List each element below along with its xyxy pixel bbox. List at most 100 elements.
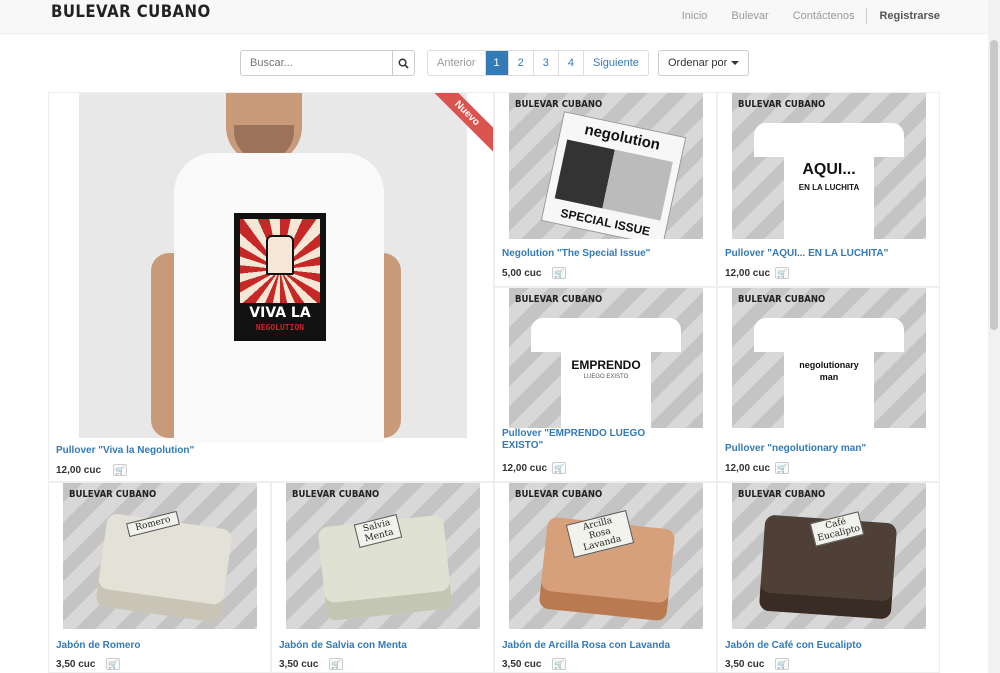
soap-graphic xyxy=(95,512,233,624)
cart-icon: 🛒 xyxy=(331,659,341,669)
add-to-cart-button[interactable]: 🛒 xyxy=(106,658,120,670)
product-logo: BULEVAR CUBANO xyxy=(292,489,380,500)
product-photo: BULEVAR CUBANO Arcilla Rosa Lavanda xyxy=(509,483,703,629)
product-card[interactable]: BULEVAR CUBANO negolution SPECIAL ISSUE … xyxy=(494,92,717,287)
tshirt-text-line2: EN LA LUCHITA xyxy=(798,183,860,192)
add-to-cart-button[interactable]: 🛒 xyxy=(329,658,343,670)
pagination-next[interactable]: Siguiente xyxy=(583,51,648,75)
product-card[interactable]: BULEVAR CUBANO EMPRENDO LUEGO EXISTO Pul… xyxy=(494,287,717,482)
search-button[interactable] xyxy=(392,51,414,75)
pagination: Anterior 1 2 3 4 Siguiente xyxy=(427,50,649,76)
product-name[interactable]: Pullover "EMPRENDO LUEGO EXISTO" xyxy=(502,428,682,452)
product-photo: BULEVAR CUBANO Romero xyxy=(63,483,257,629)
nav-link-bulevar[interactable]: Bulevar xyxy=(731,10,768,22)
featured-product-card[interactable]: VIVA LA NEGOLUTION Nuevo Pullover "Viva … xyxy=(48,92,494,482)
nav-divider xyxy=(866,8,868,24)
fist-graphic xyxy=(266,235,294,275)
cart-icon: 🛒 xyxy=(554,659,564,669)
pagination-page-2[interactable]: 2 xyxy=(507,51,533,75)
pagination-page-4[interactable]: 4 xyxy=(557,51,583,75)
pagination-page-3[interactable]: 3 xyxy=(532,51,558,75)
product-name[interactable]: Pullover "negolutionary man" xyxy=(725,443,866,455)
product-name[interactable]: Jabón de Salvia con Menta xyxy=(279,640,407,652)
scrollbar-thumb[interactable] xyxy=(990,40,998,330)
add-to-cart-button[interactable]: 🛒 xyxy=(775,658,789,670)
product-price: 12,00 cuc xyxy=(725,463,771,474)
featured-product-photo: VIVA LA NEGOLUTION xyxy=(79,93,467,443)
product-name[interactable]: Negolution "The Special Issue" xyxy=(502,248,650,260)
magazine-cover: negolution SPECIAL ISSUE xyxy=(540,111,687,239)
product-name[interactable]: Jabón de Romero xyxy=(56,640,140,652)
add-to-cart-button[interactable]: 🛒 xyxy=(113,464,127,476)
product-price: 5,00 cuc xyxy=(502,268,542,279)
cart-icon: 🛒 xyxy=(554,463,564,473)
pagination-page-1[interactable]: 1 xyxy=(484,51,508,75)
product-name[interactable]: Jabón de Café con Eucalipto xyxy=(725,640,862,652)
tshirt-text-line1: EMPRENDO xyxy=(571,358,641,372)
product-name[interactable]: Pullover "AQUI... EN LA LUCHITA" xyxy=(725,248,888,260)
cart-icon: 🛒 xyxy=(115,465,125,475)
cart-icon: 🛒 xyxy=(554,268,564,278)
add-to-cart-button[interactable]: 🛒 xyxy=(775,267,789,279)
nav-link-inicio[interactable]: Inicio xyxy=(682,10,708,22)
product-price: 3,50 cuc xyxy=(56,659,96,670)
cart-icon: 🛒 xyxy=(777,268,787,278)
cart-icon: 🛒 xyxy=(777,659,787,669)
tshirt-graphic: AQUI... EN LA LUCHITA xyxy=(754,123,904,239)
product-card[interactable]: BULEVAR CUBANO negolutionary man Pullove… xyxy=(717,287,940,482)
cart-icon: 🛒 xyxy=(777,463,787,473)
product-photo: BULEVAR CUBANO Salvia Menta xyxy=(286,483,480,629)
product-logo: BULEVAR CUBANO xyxy=(738,99,826,110)
product-logo: BULEVAR CUBANO xyxy=(69,489,157,500)
product-name[interactable]: Pullover "Viva la Negolution" xyxy=(56,445,194,457)
product-logo: BULEVAR CUBANO xyxy=(515,489,603,500)
product-photo: BULEVAR CUBANO negolutionary man xyxy=(732,288,926,428)
brand-logo[interactable]: BULEVAR CUBANO xyxy=(51,2,211,22)
product-card[interactable]: BULEVAR CUBANO Romero Jabón de Romero 3,… xyxy=(48,482,271,673)
sort-label: Ordenar por xyxy=(668,57,728,69)
tshirt-graphic: negolutionary man xyxy=(754,318,904,428)
product-price: 3,50 cuc xyxy=(725,659,765,670)
product-name[interactable]: Jabón de Arcilla Rosa con Lavanda xyxy=(502,640,670,652)
register-link[interactable]: Registrarse xyxy=(879,10,940,22)
product-price: 3,50 cuc xyxy=(279,659,319,670)
product-logo: BULEVAR CUBANO xyxy=(738,489,826,500)
tshirt-text-line1: AQUI... xyxy=(802,161,856,178)
caret-down-icon xyxy=(731,61,740,65)
product-card[interactable]: BULEVAR CUBANO AQUI... EN LA LUCHITA Pul… xyxy=(717,92,940,287)
nav-link-contactenos[interactable]: Contáctenos xyxy=(793,10,855,22)
product-logo: BULEVAR CUBANO xyxy=(738,294,826,305)
product-logo: BULEVAR CUBANO xyxy=(515,99,603,110)
product-photo: BULEVAR CUBANO AQUI... EN LA LUCHITA xyxy=(732,93,926,239)
shirt-print: VIVA LA NEGOLUTION xyxy=(234,213,326,341)
product-card[interactable]: BULEVAR CUBANO Arcilla Rosa Lavanda Jabó… xyxy=(494,482,717,673)
top-navbar: BULEVAR CUBANO Inicio Bulevar Contácteno… xyxy=(0,0,1000,34)
shirt-print-line2: NEGOLUTION xyxy=(255,323,305,332)
tshirt-text-line2: LUEGO EXISTO xyxy=(583,374,629,380)
product-photo: BULEVAR CUBANO Café Eucalipto xyxy=(732,483,926,629)
product-photo: BULEVAR CUBANO negolution SPECIAL ISSUE xyxy=(509,93,703,239)
product-card[interactable]: BULEVAR CUBANO Salvia Menta Jabón de Sal… xyxy=(271,482,494,673)
cart-icon: 🛒 xyxy=(108,659,118,669)
add-to-cart-button[interactable]: 🛒 xyxy=(775,462,789,474)
shirt-print-line1: VIVA LA xyxy=(249,305,311,321)
tshirt-graphic: EMPRENDO LUEGO EXISTO xyxy=(531,318,681,428)
search-icon xyxy=(398,58,409,69)
product-photo: BULEVAR CUBANO EMPRENDO LUEGO EXISTO xyxy=(509,288,703,428)
add-to-cart-button[interactable]: 🛒 xyxy=(552,462,566,474)
toolbar: Anterior 1 2 3 4 Siguiente Ordenar por xyxy=(0,50,1000,76)
add-to-cart-button[interactable]: 🛒 xyxy=(552,267,566,279)
product-price: 12,00 cuc xyxy=(725,268,771,279)
product-card[interactable]: BULEVAR CUBANO Café Eucalipto Jabón de C… xyxy=(717,482,940,673)
pagination-prev[interactable]: Anterior xyxy=(428,51,485,75)
product-price: 3,50 cuc xyxy=(502,659,542,670)
scrollbar[interactable] xyxy=(988,0,1000,673)
nav-links: Inicio Bulevar Contáctenos Registrarse xyxy=(658,8,940,24)
product-price: 12,00 cuc xyxy=(56,465,102,476)
product-price: 12,00 cuc xyxy=(502,463,548,474)
product-logo: BULEVAR CUBANO xyxy=(515,294,603,305)
add-to-cart-button[interactable]: 🛒 xyxy=(552,658,566,670)
search-input[interactable] xyxy=(241,51,392,75)
search-box xyxy=(240,50,415,76)
sort-dropdown[interactable]: Ordenar por xyxy=(658,50,750,76)
